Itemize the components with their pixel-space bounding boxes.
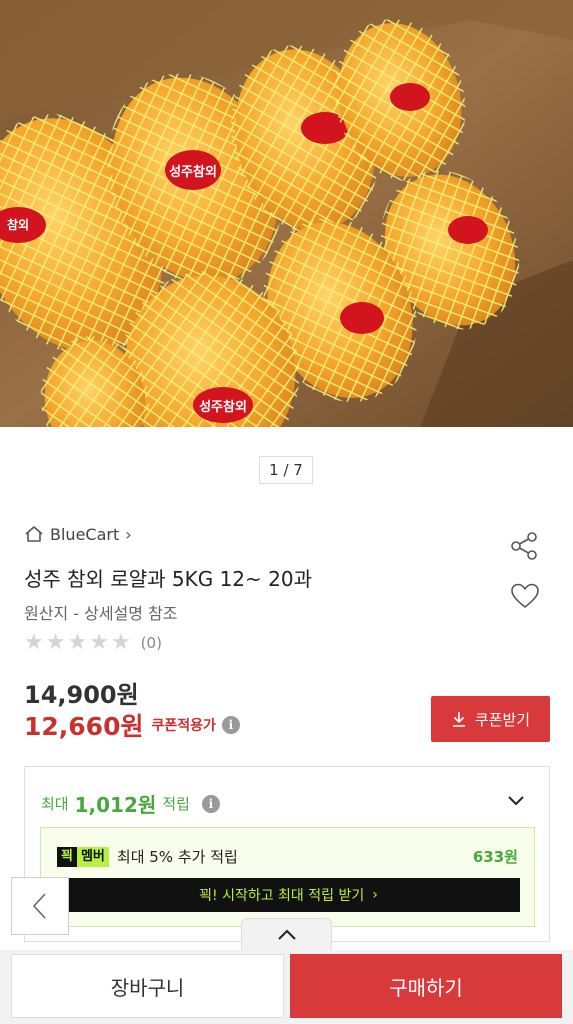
- points-summary: 최대 1,012원 적립 i: [41, 789, 220, 818]
- member-points: 633원: [472, 848, 518, 866]
- add-to-cart-button[interactable]: 장바구니: [11, 954, 284, 1018]
- points-amount: 1,012원: [74, 793, 157, 817]
- sale-price: 12,660원: [24, 712, 144, 741]
- points-toggle-button[interactable]: [505, 789, 527, 811]
- member-badge-brand: 꾁: [57, 846, 77, 867]
- rating[interactable]: ★ ★ ★ ★ ★ (0): [24, 632, 162, 654]
- chevron-right-icon: ›: [125, 524, 132, 544]
- member-benefit-row: 꾁 멤버 최대 5% 추가 적립 633원: [57, 846, 518, 867]
- info-icon[interactable]: i: [201, 794, 220, 813]
- chevron-up-icon: [277, 929, 296, 940]
- star-icon: ★: [67, 630, 88, 655]
- member-start-button[interactable]: 꾁! 시작하고 최대 적립 받기 ›: [57, 878, 520, 912]
- product-origin: 원산지 - 상세설명 참조: [24, 604, 178, 623]
- original-price: 14,900원: [24, 681, 139, 709]
- member-badge-label: 멤버: [76, 846, 109, 867]
- member-benefit-text: 최대 5% 추가 적립: [116, 848, 238, 866]
- coupon-button[interactable]: 쿠폰받기: [431, 696, 550, 742]
- member-badge: 꾁 멤버: [57, 846, 109, 867]
- points-suffix: 적립: [162, 795, 190, 813]
- chevron-left-icon: [32, 893, 46, 919]
- sticker-text: 성주참외: [199, 399, 247, 415]
- star-icon: ★: [110, 630, 131, 655]
- store-link[interactable]: BlueCart ›: [24, 522, 132, 546]
- share-icon: [511, 532, 537, 560]
- star-icon: ★: [45, 630, 66, 655]
- chevron-down-icon: [508, 796, 524, 806]
- home-icon: [25, 526, 43, 542]
- sticker-text: 참외: [7, 217, 29, 232]
- member-benefit-box: 꾁 멤버 최대 5% 추가 적립 633원 꾁! 시작하고 최대 적립 받기 ›: [40, 827, 535, 927]
- melon-box-photo: 성주참외 성주참외 참외: [0, 0, 573, 427]
- download-icon: [452, 712, 465, 727]
- share-button[interactable]: [507, 528, 543, 564]
- points-panel: 최대 1,012원 적립 i 꾁 멤버 최대 5% 추가 적립 633원 꾁! …: [24, 766, 550, 942]
- coupon-price-label: 쿠폰적용가: [151, 718, 216, 734]
- review-count: (0): [140, 634, 162, 652]
- star-icon: ★: [24, 630, 44, 655]
- store-name: BlueCart: [50, 524, 120, 544]
- sale-price-row: 12,660원 쿠폰적용가 i: [24, 707, 240, 743]
- heart-icon: [511, 583, 539, 608]
- wishlist-button[interactable]: [507, 578, 543, 614]
- buy-now-button[interactable]: 구매하기: [290, 954, 562, 1018]
- bottom-action-bar: 장바구니 구매하기: [0, 950, 573, 1024]
- product-image[interactable]: 성주참외 성주참외 참외: [0, 0, 573, 427]
- member-start-label: 꾁! 시작하고 최대 적립 받기: [199, 888, 365, 904]
- image-pager: 1 / 7: [259, 456, 313, 484]
- star-icon: ★: [89, 630, 109, 655]
- info-icon[interactable]: i: [221, 716, 240, 734]
- chevron-right-icon: ›: [372, 887, 378, 903]
- coupon-button-label: 쿠폰받기: [474, 710, 531, 729]
- expand-panel-button[interactable]: [241, 918, 332, 950]
- back-button[interactable]: [11, 877, 69, 935]
- sticker-text: 성주참외: [169, 164, 217, 180]
- points-prefix: 최대: [41, 795, 69, 813]
- product-title: 성주 참외 로얄과 5KG 12~ 20과: [24, 567, 312, 591]
